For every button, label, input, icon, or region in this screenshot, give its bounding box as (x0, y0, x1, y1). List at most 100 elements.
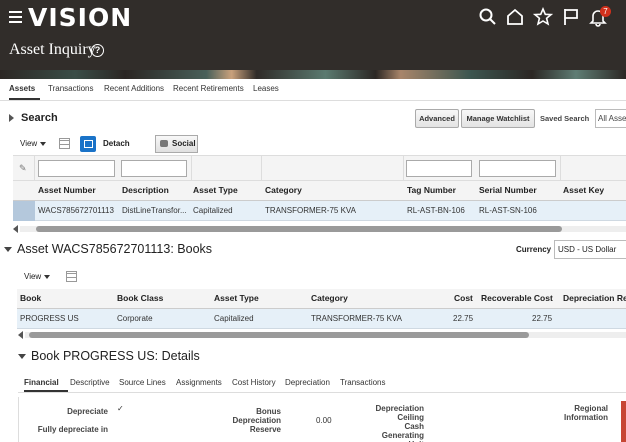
manage-watchlist-button[interactable]: Manage Watchlist (461, 109, 535, 128)
cell-book: PROGRESS US (20, 314, 79, 323)
column-divider (560, 156, 561, 182)
column-header-tag-number[interactable]: Tag Number (407, 185, 456, 195)
tab-cost-history[interactable]: Cost History (232, 378, 276, 387)
tab-recent-retirements[interactable]: Recent Retirements (173, 84, 244, 93)
home-icon[interactable] (505, 7, 525, 27)
query-by-example-row: ✎ (13, 155, 626, 182)
depreciation-ceiling-label: Depreciation Ceiling (375, 404, 424, 422)
tab-depreciation[interactable]: Depreciation (285, 378, 330, 387)
scroll-left-icon[interactable] (13, 225, 18, 233)
column-header-category[interactable]: Category (265, 185, 302, 195)
column-header-serial-number[interactable]: Serial Number (479, 185, 537, 195)
scrollbar-thumb[interactable] (36, 226, 562, 232)
assets-horizontal-scrollbar[interactable] (12, 225, 626, 233)
tab-recent-additions[interactable]: Recent Additions (104, 84, 164, 93)
details-section-header[interactable]: Book PROGRESS US: Details (18, 349, 200, 363)
table-row[interactable]: PROGRESS US Corporate Capitalized TRANSF… (17, 309, 626, 329)
tab-transactions[interactable]: Transactions (340, 378, 386, 387)
search-icon[interactable] (478, 7, 498, 27)
column-header-book[interactable]: Book (20, 293, 41, 303)
column-header-depreciation-reserve[interactable]: Depreciation Reserve (563, 293, 626, 303)
cell-tag-number: RL-AST-BN-106 (407, 206, 465, 215)
cell-recoverable-cost: 22.75 (532, 314, 553, 323)
cell-serial-number: RL-AST-SN-106 (479, 206, 537, 215)
column-header-asset-number[interactable]: Asset Number (38, 185, 96, 195)
depreciate-checkmark[interactable]: ✓ (117, 404, 124, 413)
cell-book-class: Corporate (117, 314, 153, 323)
cell-category: TRANSFORMER-75 KVA (311, 314, 402, 323)
column-header-asset-type[interactable]: Asset Type (193, 185, 238, 195)
table-row[interactable]: WACS785672701113 DistLineTransfor... Cap… (13, 201, 626, 221)
books-horizontal-scrollbar[interactable] (17, 331, 626, 339)
tab-descriptive[interactable]: Descriptive (70, 378, 110, 387)
page-header: Asset Inquiry ? (0, 36, 626, 70)
star-icon[interactable] (532, 6, 554, 27)
detach-icon[interactable] (80, 136, 96, 152)
freeze-columns-icon[interactable] (59, 138, 70, 149)
books-view-menu[interactable]: View (24, 272, 51, 281)
social-button[interactable]: Social (155, 135, 198, 153)
bonus-depreciation-reserve-label: Bonus Depreciation Reserve (232, 407, 281, 434)
chevron-down-icon (40, 141, 47, 146)
books-section-header[interactable]: Asset WACS785672701113: Books (4, 242, 212, 256)
column-header-asset-key[interactable]: Asset Key (563, 185, 604, 195)
depreciate-label: Depreciate (67, 407, 108, 416)
currency-label: Currency (516, 245, 552, 254)
tab-financial[interactable]: Financial (24, 378, 59, 387)
cell-asset-number[interactable]: WACS785672701113 (38, 206, 114, 215)
filter-tag-number[interactable] (406, 160, 472, 177)
filter-asset-number[interactable] (38, 160, 115, 177)
cell-description: DistLineTransfor... (122, 206, 187, 215)
cell-asset-type: Capitalized (193, 206, 233, 215)
saved-search-select[interactable]: All Assets (595, 109, 626, 128)
collapse-icon (18, 354, 26, 360)
books-section-title: Asset WACS785672701113: Books (17, 242, 213, 256)
scrollbar-thumb[interactable] (29, 332, 529, 338)
vision-logo[interactable]: VISION (28, 3, 132, 32)
column-header-category[interactable]: Category (311, 293, 348, 303)
view-menu-label: View (20, 139, 38, 148)
active-tab-indicator (24, 390, 68, 392)
fully-depreciate-label: Fully depreciate in (37, 425, 108, 434)
assets-table-header: Asset Number Description Asset Type Cate… (13, 181, 626, 201)
column-header-recoverable-cost[interactable]: Recoverable Cost (481, 293, 553, 303)
scroll-left-icon[interactable] (18, 331, 23, 339)
tab-leases[interactable]: Leases (253, 84, 279, 93)
search-disclosure[interactable]: Search (9, 112, 58, 124)
tab-source-lines[interactable]: Source Lines (119, 378, 166, 387)
details-tabs: Financial Descriptive Source Lines Assig… (18, 374, 626, 393)
filter-description[interactable] (121, 160, 187, 177)
filter-serial-number[interactable] (479, 160, 556, 177)
view-menu[interactable]: View (20, 139, 47, 148)
menu-icon[interactable] (9, 11, 22, 24)
tab-assets[interactable]: Assets (9, 84, 35, 93)
page-title: Asset Inquiry (9, 41, 96, 58)
accent-bar (621, 401, 626, 442)
currency-select[interactable]: USD - US Dollar (554, 240, 626, 259)
active-tab-indicator (9, 98, 40, 100)
column-header-cost[interactable]: Cost (454, 293, 473, 303)
tab-assignments[interactable]: Assignments (176, 378, 222, 387)
collapse-icon (4, 247, 12, 253)
search-label: Search (21, 112, 58, 124)
freeze-columns-icon[interactable] (66, 271, 77, 282)
advanced-button[interactable]: Advanced (415, 109, 459, 128)
column-divider (403, 156, 404, 182)
chevron-down-icon (44, 274, 51, 279)
details-section-title: Book PROGRESS US: Details (31, 349, 200, 363)
help-icon[interactable]: ? (91, 44, 104, 57)
books-view-menu-label: View (24, 272, 42, 281)
regional-information-label: Regional Information (564, 404, 608, 422)
cell-category: TRANSFORMER-75 KVA (265, 206, 356, 215)
cell-asset-type: Capitalized (214, 314, 254, 323)
expand-icon (9, 114, 14, 122)
tab-transactions[interactable]: Transactions (48, 84, 94, 93)
column-header-description[interactable]: Description (122, 185, 169, 195)
bonus-depreciation-reserve-value: 0.00 (316, 416, 332, 425)
detach-button[interactable]: Detach (103, 139, 130, 148)
column-header-asset-type[interactable]: Asset Type (214, 293, 259, 303)
row-selector[interactable] (13, 201, 35, 221)
column-header-book-class[interactable]: Book Class (117, 293, 163, 303)
column-divider (261, 156, 262, 182)
flag-icon[interactable] (561, 7, 581, 27)
